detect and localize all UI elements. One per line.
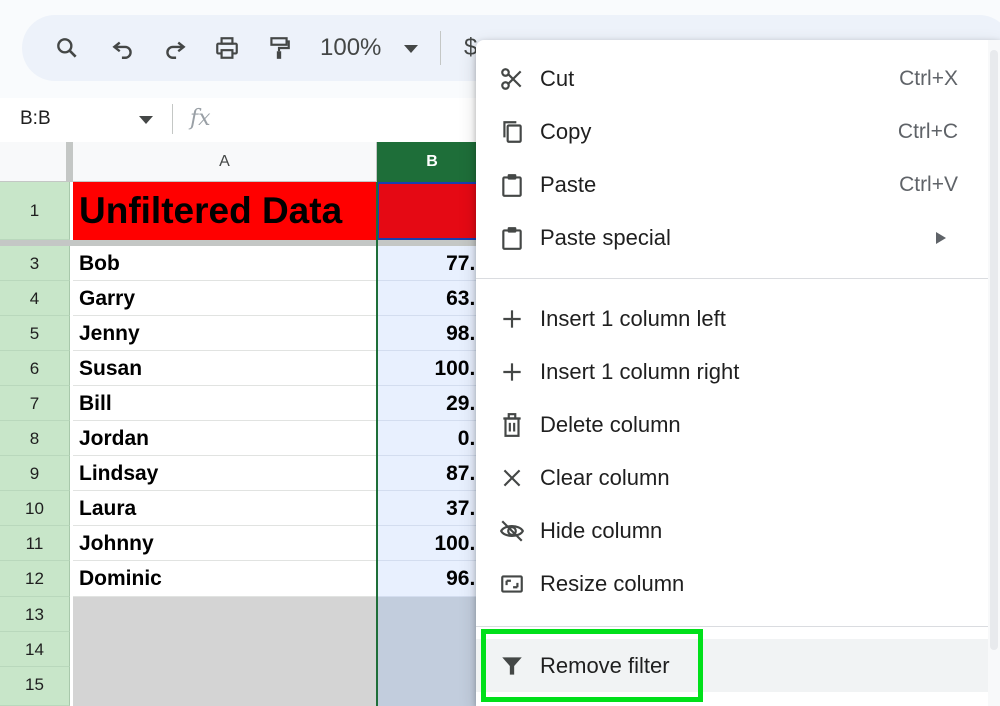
row-header[interactable]: 3	[0, 246, 70, 281]
menu-item-resize-column[interactable]: Resize column	[476, 557, 988, 610]
table-cell-name[interactable]: Garry	[73, 281, 377, 316]
scissors-icon	[498, 65, 526, 93]
menu-item-label: Cut	[540, 66, 575, 91]
table-cell-value[interactable]: 77.0	[377, 246, 487, 281]
table-cell-value[interactable]: 37.0	[377, 491, 487, 526]
shortcut-label: Ctrl+V	[899, 173, 958, 196]
row-header[interactable]: 15	[0, 667, 70, 706]
name-box[interactable]: B:B	[20, 107, 51, 131]
table-cell-value[interactable]: 87.0	[377, 456, 487, 491]
menu-item-copy[interactable]: Copy Ctrl+C	[476, 105, 988, 158]
table-cell-name[interactable]: Laura	[73, 491, 377, 526]
toolbar-divider	[440, 31, 441, 65]
table-cell-name[interactable]: Lindsay	[73, 456, 377, 491]
row-header[interactable]: 13	[0, 597, 70, 632]
resize-icon	[498, 570, 526, 598]
menu-item-label: Hide column	[540, 518, 663, 543]
row-header[interactable]: 6	[0, 351, 70, 386]
table-cell-value[interactable]: 0.0	[377, 421, 487, 456]
menu-item-label: Resize column	[540, 571, 685, 596]
highlight-box	[481, 629, 703, 702]
print-icon[interactable]	[212, 33, 242, 63]
fx-icon: fx	[190, 106, 211, 131]
table-cell-name[interactable]: Johnny	[73, 526, 377, 561]
freeze-handle[interactable]	[66, 142, 73, 182]
table-cell-name[interactable]: Bob	[73, 246, 377, 281]
column-selection-border	[376, 182, 378, 706]
trash-icon	[498, 411, 526, 439]
column-header-b[interactable]: B	[377, 142, 487, 182]
menu-item-delete-column[interactable]: Delete column	[476, 398, 988, 451]
menu-item-label: Insert 1 column left	[540, 306, 726, 331]
paint-format-icon[interactable]	[264, 33, 294, 63]
select-all-corner[interactable]	[0, 142, 70, 182]
row-header[interactable]: 1	[0, 182, 70, 240]
column-header-a[interactable]: A	[73, 142, 377, 182]
menu-item-label: Copy	[540, 119, 592, 144]
plus-icon	[498, 358, 526, 386]
zoom-select[interactable]: 100%	[320, 33, 381, 63]
table-cell-name[interactable]: Jenny	[73, 316, 377, 351]
menu-item-label: Clear column	[540, 465, 670, 490]
row-header[interactable]: 14	[0, 632, 70, 667]
table-cell-value[interactable]: 100.0	[377, 526, 487, 561]
table-cell-value[interactable]: 98.0	[377, 316, 487, 351]
table-cell-value[interactable]: 29.0	[377, 386, 487, 421]
menu-item-insert-column-left[interactable]: Insert 1 column left	[476, 292, 988, 345]
submenu-arrow-icon	[936, 232, 946, 244]
row-header[interactable]: 7	[0, 386, 70, 421]
redo-icon[interactable]	[160, 33, 190, 63]
table-cell-name[interactable]: Jordan	[73, 421, 377, 456]
chevron-down-icon[interactable]	[404, 45, 418, 53]
menu-item-insert-column-right[interactable]: Insert 1 column right	[476, 345, 988, 398]
row-header[interactable]: 11	[0, 526, 70, 561]
menu-item-label: Delete column	[540, 412, 681, 437]
table-cell-name[interactable]: Susan	[73, 351, 377, 386]
menu-item-cut[interactable]: Cut Ctrl+X	[476, 52, 988, 105]
row-header[interactable]: 12	[0, 561, 70, 597]
menu-item-hide-column[interactable]: Hide column	[476, 504, 988, 557]
empty-cells-a[interactable]	[73, 597, 377, 706]
close-icon	[498, 464, 526, 492]
menu-item-label: Insert 1 column right	[540, 359, 740, 384]
row-header[interactable]: 9	[0, 456, 70, 491]
search-icon[interactable]	[52, 33, 82, 63]
table-cell-value[interactable]: 63.0	[377, 281, 487, 316]
chevron-down-icon[interactable]	[139, 116, 153, 124]
header-cell-a1[interactable]: Unfiltered Data	[73, 182, 377, 240]
undo-icon[interactable]	[108, 33, 138, 63]
formula-bar-divider	[172, 104, 173, 134]
eye-off-icon	[498, 517, 526, 545]
clipboard-icon	[498, 171, 526, 199]
row-header[interactable]: 8	[0, 421, 70, 456]
table-cell-name[interactable]: Dominic	[73, 561, 377, 597]
copy-icon	[498, 118, 526, 146]
table-cell-value[interactable]: 100.0	[377, 351, 487, 386]
menu-divider	[476, 626, 988, 627]
table-cell-name[interactable]: Bill	[73, 386, 377, 421]
table-cell-value[interactable]: 96.0	[377, 561, 487, 597]
menu-item-label: Paste special	[540, 225, 671, 250]
plus-icon	[498, 305, 526, 333]
menu-divider	[476, 278, 988, 279]
shortcut-label: Ctrl+C	[897, 120, 958, 143]
shortcut-label: Ctrl+X	[899, 67, 958, 90]
menu-item-paste[interactable]: Paste Ctrl+V	[476, 158, 988, 211]
empty-cells-b[interactable]	[377, 597, 487, 706]
row-header[interactable]: 4	[0, 281, 70, 316]
menu-scrollbar[interactable]	[988, 40, 1000, 706]
context-menu: Cut Ctrl+X Copy Ctrl+C Paste Ctrl+V Past…	[476, 40, 1000, 706]
menu-item-clear-column[interactable]: Clear column	[476, 451, 988, 504]
menu-item-paste-special[interactable]: Paste special	[476, 211, 988, 264]
row-header[interactable]: 10	[0, 491, 70, 526]
row-header[interactable]: 5	[0, 316, 70, 351]
menu-item-label: Paste	[540, 172, 597, 197]
header-cell-b1[interactable]	[377, 182, 487, 240]
scrollbar-thumb[interactable]	[990, 50, 998, 650]
clipboard-icon	[498, 224, 526, 252]
